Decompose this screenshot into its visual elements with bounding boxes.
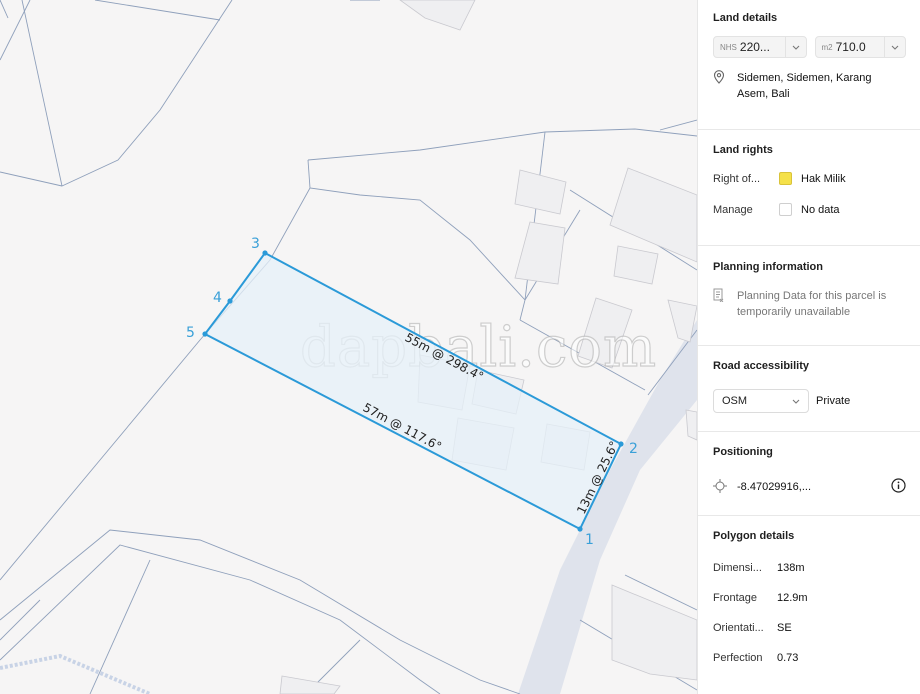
footpath-line [0, 653, 151, 694]
polygon-row-label: Perfection [713, 652, 763, 664]
vertex-label-3: 3 [251, 236, 260, 252]
area-value: 710.0 [835, 40, 866, 54]
chevron-down-icon [884, 37, 905, 57]
polygon-row-perfection: Perfection 0.73 [713, 652, 906, 664]
right-of-row: Right of... Hak Milik [713, 172, 906, 185]
land-details-title: Land details [713, 12, 778, 24]
parcel-polygon[interactable] [203, 251, 623, 531]
manage-row: Manage No data [713, 203, 906, 216]
polygon-row-orientation: Orientati... SE [713, 622, 906, 634]
map-canvas[interactable]: dapbali.com 1 2 3 4 5 55m @ 298.4° 57m @… [0, 0, 697, 694]
document-icon [713, 288, 737, 305]
vertex-1[interactable] [577, 526, 583, 532]
manage-swatch [779, 203, 792, 216]
crosshair-icon [713, 478, 737, 496]
details-panel: Land details NHS 220... m2 710.0 Sidemen… [697, 0, 920, 694]
polygon-row-label: Dimensi... [713, 562, 762, 574]
polygon-section: Polygon details Dimensi... 138m Frontage… [698, 516, 920, 664]
road-title: Road accessibility [713, 360, 809, 372]
road-source-value: OSM [722, 395, 748, 407]
land-details-section: Land details NHS 220... m2 710.0 Sidemen… [698, 0, 920, 130]
info-icon[interactable] [891, 478, 906, 496]
polygon-row-label: Orientati... [713, 622, 764, 634]
polygon-row-label: Frontage [713, 592, 758, 604]
right-of-value: Hak Milik [801, 172, 846, 185]
location-pin-icon [713, 70, 737, 87]
planning-title: Planning information [713, 261, 823, 273]
hak-milik-swatch [779, 172, 792, 185]
polygon-row-value: 12.9m [777, 592, 808, 604]
right-of-label: Right of... [713, 172, 761, 185]
nhs-value: 220... [739, 40, 770, 54]
vertex-label-5: 5 [186, 325, 195, 341]
polygon-title: Polygon details [713, 530, 795, 542]
polygon-row-dimension: Dimensi... 138m [713, 562, 906, 574]
land-rights-title: Land rights [713, 144, 773, 156]
polygon-row-value: 0.73 [777, 652, 799, 664]
chevron-down-icon [784, 37, 806, 57]
vertex-3[interactable] [262, 250, 268, 256]
chevron-down-icon [792, 395, 800, 407]
polygon-row-value: 138m [777, 562, 805, 574]
manage-label: Manage [713, 203, 753, 216]
land-rights-section: Land rights Right of... Hak Milik Manage… [698, 130, 920, 246]
polygon-row-value: SE [777, 622, 792, 634]
vertex-4[interactable] [227, 298, 233, 304]
area-unit: m2 [821, 42, 833, 52]
nhs-unit: NHS [720, 42, 737, 52]
vertex-5[interactable] [202, 331, 208, 337]
positioning-section: Positioning -8.47029916,... [698, 432, 920, 516]
planning-message: Planning Data for this parcel is tempora… [737, 290, 887, 318]
road-source-select[interactable]: OSM [713, 389, 809, 413]
coordinates-value[interactable]: -8.47029916,... [737, 481, 811, 493]
location-text: Sidemen, Sidemen, Karang Asem, Bali [737, 72, 872, 100]
nhs-select[interactable]: NHS 220... [713, 36, 807, 58]
vertex-label-1: 1 [585, 532, 594, 548]
polygon-row-frontage: Frontage 12.9m [713, 592, 906, 604]
planning-section: Planning information Planning Data for t… [698, 246, 920, 346]
area-select[interactable]: m2 710.0 [814, 36, 906, 58]
manage-value: No data [801, 203, 840, 216]
positioning-title: Positioning [713, 446, 773, 458]
vertex-label-4: 4 [213, 290, 222, 306]
road-access-value: Private [816, 395, 851, 407]
road-section: Road accessibility OSM Private [698, 346, 920, 432]
vertex-label-2: 2 [629, 441, 638, 457]
